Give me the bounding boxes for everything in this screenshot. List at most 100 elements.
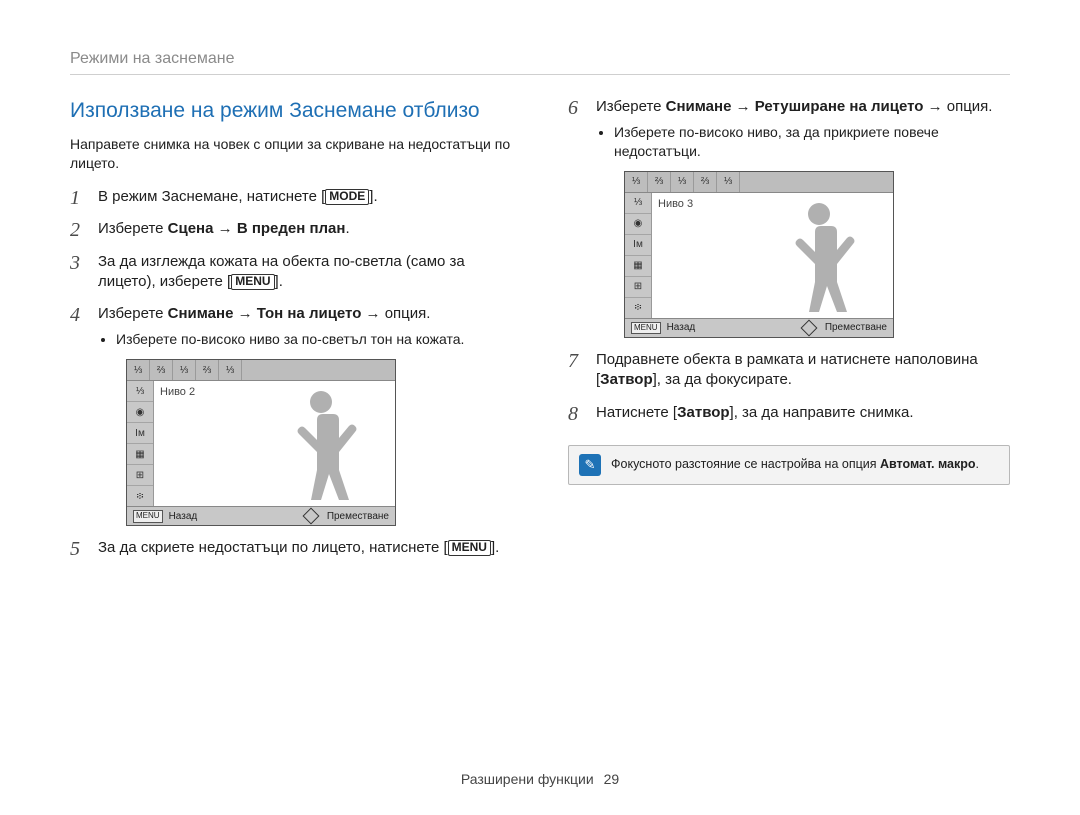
left-column: Използване на режим Заснемане отблизо На… bbox=[70, 97, 512, 571]
lcd-top-icon: ⅔ bbox=[648, 172, 671, 192]
lcd-bottom-bar: MENU Назад Преместване bbox=[127, 506, 395, 525]
mode-label: MODE bbox=[325, 189, 369, 205]
lcd-top-icon: ⅓ bbox=[625, 172, 648, 192]
step-3: За да изглежда кожата на обекта по-светл… bbox=[70, 252, 512, 293]
lcd-top-icon: ⅓ bbox=[127, 360, 150, 380]
lcd-side-icon: ▦ bbox=[127, 444, 153, 465]
step-text-end: . bbox=[345, 220, 349, 237]
lcd-top-icon: ⅓ bbox=[671, 172, 694, 192]
nav-diamond-icon bbox=[800, 320, 817, 337]
lcd-frame: ⅓ ⅔ ⅓ ⅔ ⅓ ⅓ ◉ Iм bbox=[624, 171, 894, 338]
arrow: → bbox=[361, 305, 384, 322]
step-text-end: ]. bbox=[369, 188, 377, 205]
step-4: Изберете Снимане → Тон на лицето → опция… bbox=[70, 304, 512, 526]
note-text: Фокусното разстояние се настройва на опц… bbox=[611, 456, 979, 473]
lcd-side-bar: ⅓ ◉ Iм ▦ ⊞ ፨ bbox=[625, 193, 652, 318]
arrow: → bbox=[923, 98, 946, 115]
lcd-top-bar: ⅓ ⅔ ⅓ ⅔ ⅓ bbox=[625, 172, 893, 193]
step-text: Изберете bbox=[98, 305, 168, 322]
lcd-back-label: Назад bbox=[667, 321, 696, 335]
camera-lcd-2: ⅓ ⅔ ⅓ ⅔ ⅓ ⅓ ◉ Iм bbox=[624, 171, 1010, 338]
two-column-layout: Използване на режим Заснемане отблизо На… bbox=[70, 97, 1010, 571]
page-number: 29 bbox=[604, 771, 620, 787]
step-tail: опция. bbox=[385, 305, 431, 322]
menu-chip-icon: MENU bbox=[631, 322, 661, 335]
note-pre: Фокусното разстояние се настройва на опц… bbox=[611, 457, 880, 471]
step-text: Изберете bbox=[596, 98, 666, 115]
note-post: . bbox=[976, 457, 979, 471]
person-silhouette-icon bbox=[281, 388, 361, 506]
note-box: ✎ Фокусното разстояние се настройва на о… bbox=[568, 445, 1010, 485]
lcd-body: ⅓ ◉ Iм ▦ ⊞ ፨ Ниво 3 bbox=[625, 193, 893, 318]
lcd-side-icon: ◉ bbox=[625, 214, 651, 235]
step-bold: Тон на лицето bbox=[257, 305, 362, 322]
step-bold: Сцена bbox=[168, 220, 214, 237]
lcd-side-icon: ⅓ bbox=[127, 381, 153, 402]
step-5: За да скриете недостатъци по лицето, нат… bbox=[70, 538, 512, 558]
footer-section: Разширени функции bbox=[461, 771, 594, 787]
nav-diamond-icon bbox=[302, 508, 319, 525]
lcd-move-label: Преместване bbox=[825, 321, 887, 335]
arrow: → bbox=[731, 98, 754, 115]
page-footer: Разширени функции 29 bbox=[0, 771, 1080, 787]
lcd-level-text: Ниво 3 bbox=[658, 197, 693, 212]
step-text: За да скриете недостатъци по лицето, нат… bbox=[98, 539, 448, 556]
camera-lcd-1: ⅓ ⅔ ⅓ ⅔ ⅓ ⅓ ◉ Iм bbox=[126, 359, 512, 526]
lcd-side-icon: ፨ bbox=[625, 298, 651, 318]
menu-chip-icon: MENU bbox=[133, 510, 163, 523]
lcd-bottom-bar: MENU Назад Преместване bbox=[625, 318, 893, 337]
step-text-end: ]. bbox=[275, 273, 283, 290]
step-bold: Затвор bbox=[600, 371, 652, 388]
step-bold: Снимане bbox=[666, 98, 732, 115]
step-1: В режим Заснемане, натиснете [MODE]. bbox=[70, 187, 512, 207]
step-6-sub: Изберете по-високо ниво, за да прикриете… bbox=[614, 123, 1010, 161]
arrow: → bbox=[233, 305, 256, 322]
step-4-sub: Изберете по-високо ниво за по-светъл тон… bbox=[116, 330, 512, 349]
lcd-top-icon: ⅔ bbox=[694, 172, 717, 192]
step-bold: Затвор bbox=[677, 404, 729, 421]
lcd-top-icon: ⅔ bbox=[150, 360, 173, 380]
lcd-top-icon: ⅓ bbox=[717, 172, 740, 192]
step-text: Натиснете [ bbox=[596, 404, 677, 421]
lcd-move-label: Преместване bbox=[327, 510, 389, 524]
lcd-side-icon: ▦ bbox=[625, 256, 651, 277]
step-bold: Ретуширане на лицето bbox=[755, 98, 924, 115]
step-4-sublist: Изберете по-високо ниво за по-светъл тон… bbox=[98, 330, 512, 349]
lcd-back-label: Назад bbox=[169, 510, 198, 524]
intro-text: Направете снимка на човек с опции за скр… bbox=[70, 135, 512, 173]
step-7: Подравнете обекта в рамката и натиснете … bbox=[568, 350, 1010, 391]
lcd-level-text: Ниво 2 bbox=[160, 385, 195, 400]
lcd-top-icon: ⅓ bbox=[173, 360, 196, 380]
lcd-side-icon: ፨ bbox=[127, 486, 153, 506]
step-2: Изберете Сцена → В преден план. bbox=[70, 219, 512, 239]
step-text-end: ], за да направите снимка. bbox=[730, 404, 914, 421]
menu-label: MENU bbox=[448, 540, 491, 556]
step-text: Изберете bbox=[98, 220, 168, 237]
steps-list-right: Изберете Снимане → Ретуширане на лицето … bbox=[568, 97, 1010, 423]
step-text-end: ], за да фокусирате. bbox=[653, 371, 792, 388]
lcd-canvas: Ниво 2 bbox=[154, 381, 395, 506]
lcd-side-icon: ◉ bbox=[127, 402, 153, 423]
lcd-top-icon: ⅓ bbox=[219, 360, 242, 380]
step-text: В режим Заснемане, натиснете [ bbox=[98, 188, 325, 205]
lcd-side-icon: ⅓ bbox=[625, 193, 651, 214]
info-icon: ✎ bbox=[579, 454, 601, 476]
note-bold: Автомат. макро bbox=[880, 457, 976, 471]
document-page: Режими на заснемане Използване на режим … bbox=[0, 0, 1080, 815]
lcd-top-bar: ⅓ ⅔ ⅓ ⅔ ⅓ bbox=[127, 360, 395, 381]
section-title: Използване на режим Заснемане отблизо bbox=[70, 97, 512, 125]
lcd-side-icon: Iм bbox=[625, 235, 651, 256]
right-column: Изберете Снимане → Ретуширане на лицето … bbox=[568, 97, 1010, 571]
arrow: → bbox=[213, 220, 236, 237]
step-6-sublist: Изберете по-високо ниво, за да прикриете… bbox=[596, 123, 1010, 161]
lcd-top-icon: ⅔ bbox=[196, 360, 219, 380]
step-tail: опция. bbox=[947, 98, 993, 115]
lcd-side-bar: ⅓ ◉ Iм ▦ ⊞ ፨ bbox=[127, 381, 154, 506]
step-6: Изберете Снимане → Ретуширане на лицето … bbox=[568, 97, 1010, 338]
step-bold: В преден план bbox=[237, 220, 346, 237]
lcd-body: ⅓ ◉ Iм ▦ ⊞ ፨ Ниво 2 bbox=[127, 381, 395, 506]
menu-label: MENU bbox=[231, 274, 274, 290]
lcd-frame: ⅓ ⅔ ⅓ ⅔ ⅓ ⅓ ◉ Iм bbox=[126, 359, 396, 526]
lcd-side-icon: ⊞ bbox=[127, 465, 153, 486]
step-bold: Снимане bbox=[168, 305, 234, 322]
